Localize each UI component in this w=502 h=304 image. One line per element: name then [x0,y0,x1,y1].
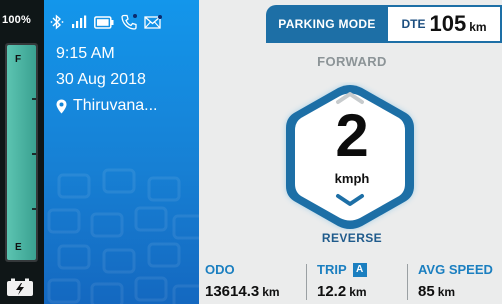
battery-empty-mark: E [15,242,22,253]
odo-unit: km [262,285,280,299]
trip-label-text: TRIP [317,262,347,277]
mail-icon[interactable] [144,15,162,29]
battery-bar: F E [5,43,38,262]
dte-unit: km [469,20,487,34]
status-icons [50,12,162,32]
stat-divider [407,264,408,300]
trip-value: 12.2 km [317,283,367,300]
location: Thiruvana... [56,97,157,115]
gear-reverse-label: REVERSE [321,231,383,245]
dte-value: 105 [429,11,467,36]
battery-icon [94,15,114,29]
trip-a-badge: A [352,262,367,277]
battery-tick [32,208,36,210]
dte-label: DTE [401,17,426,31]
speed-value: 2 [335,102,369,169]
avg-speed-label: AVG SPEED [418,262,493,277]
dte-display: DTE 105 km [388,5,502,43]
odo-number: 13614.3 [205,283,260,300]
battery-gauge: 100% F E [0,0,44,304]
trip-label[interactable]: TRIP A [317,262,367,277]
battery-percent: 100% [2,14,31,26]
trip-number: 12.2 [317,283,347,300]
odo-value: 13614.3 km [205,283,280,300]
trip-unit: km [349,285,367,299]
location-pin-icon [56,99,67,113]
gear-forward-label: FORWARD [317,54,387,69]
current-date: 30 Aug 2018 [56,71,146,88]
bluetooth-icon [50,14,64,30]
status-panel: 9:15 AM 30 Aug 2018 Thiruvana... [44,0,199,304]
battery-tick [32,153,36,155]
avg-speed-value: 85 km [418,283,455,300]
location-name: Thiruvana... [73,97,158,114]
odo-label: ODO [205,262,235,277]
parking-mode-badge: PARKING MODE [266,5,388,43]
signal-icon [72,15,87,28]
stat-divider [306,264,307,300]
charging-battery-icon [7,278,33,296]
avg-speed-number: 85 [418,283,435,300]
speed-unit: kmph [334,171,370,186]
phone-icon[interactable] [121,14,137,30]
battery-tick [32,98,36,100]
avg-speed-unit: km [437,285,456,299]
clock-time: 9:15 AM [56,45,115,62]
battery-full-mark: F [15,54,22,65]
